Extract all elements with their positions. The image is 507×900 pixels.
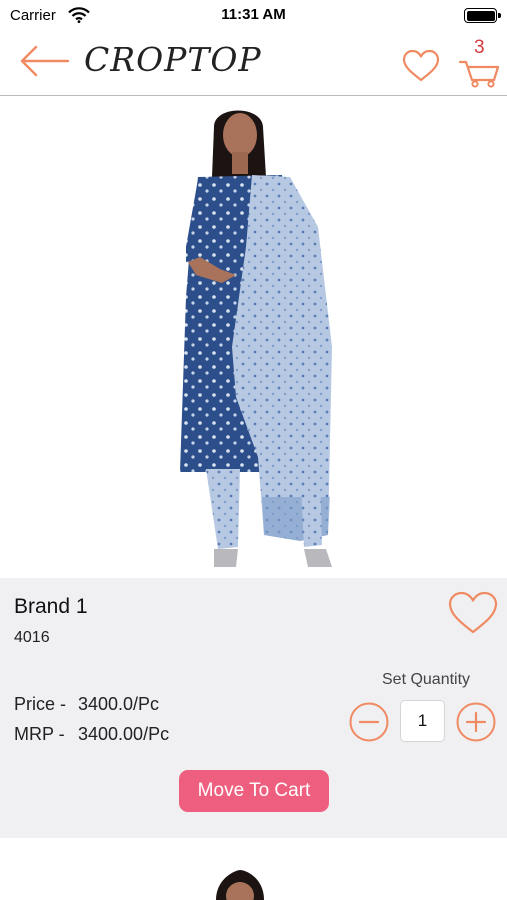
product-image[interactable]	[0, 97, 507, 578]
status-bar: Carrier 11:31 AM	[0, 0, 507, 30]
battery-nub	[498, 13, 501, 18]
product-code: 4016	[14, 629, 50, 646]
price-row: Price - 3400.0/Pc	[14, 694, 159, 715]
product-brand: Brand 1	[14, 595, 88, 618]
wishlist-button[interactable]	[402, 49, 440, 83]
battery-fill	[466, 10, 495, 21]
add-to-wishlist-button[interactable]	[447, 590, 499, 636]
quantity-input[interactable]	[400, 700, 445, 742]
mrp-row: MRP - 3400.00/Pc	[14, 724, 169, 745]
product-photo	[180, 110, 332, 567]
heart-icon	[402, 49, 440, 82]
plus-circle-icon	[456, 702, 496, 742]
battery-icon	[464, 8, 501, 23]
increase-quantity-button[interactable]	[456, 702, 496, 742]
minus-circle-icon	[349, 702, 389, 742]
mrp-label: MRP -	[14, 724, 65, 744]
move-to-cart-button[interactable]: Move To Cart	[179, 770, 329, 812]
nav-bar: CROPTOP 3	[0, 30, 507, 96]
next-product-card[interactable]	[0, 838, 507, 900]
back-button[interactable]	[18, 43, 70, 79]
status-time: 11:31 AM	[221, 6, 286, 23]
heart-icon	[448, 591, 498, 634]
set-quantity-label: Set Quantity	[382, 671, 471, 688]
app-logo: CROPTOP	[84, 40, 262, 79]
price-value: 3400.0/Pc	[78, 694, 160, 714]
back-arrow-icon	[20, 45, 70, 77]
price-label: Price -	[14, 694, 67, 714]
cart-count-badge: 3	[474, 37, 485, 58]
product-details-card: Brand 1 4016 Price - 3400.0/Pc MRP - 3400.…	[0, 578, 507, 838]
mrp-value: 3400.00/Pc	[78, 724, 170, 744]
decrease-quantity-button[interactable]	[349, 702, 389, 742]
next-product-photo	[216, 870, 264, 900]
